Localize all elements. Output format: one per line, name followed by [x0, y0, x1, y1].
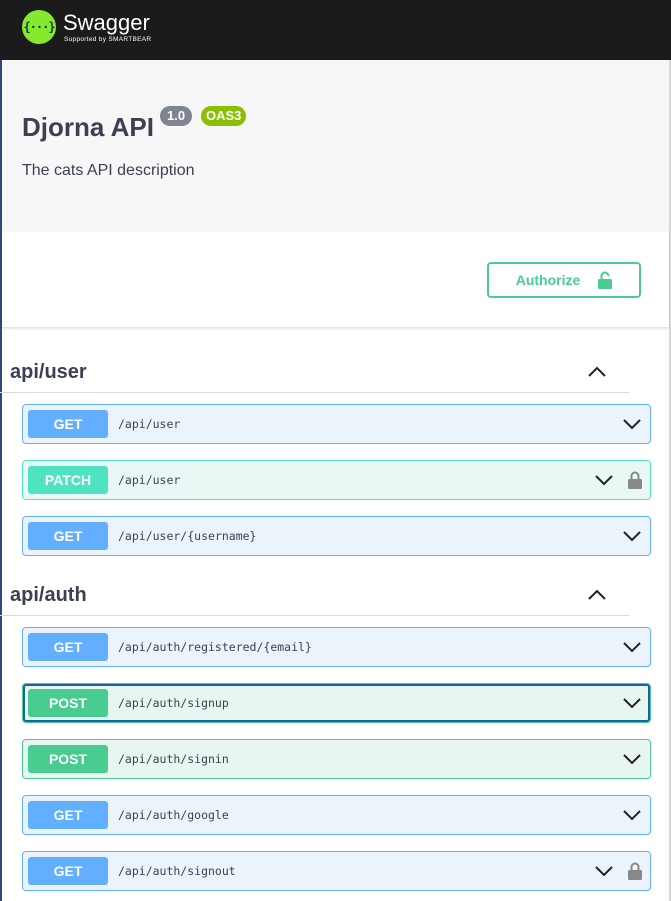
method-badge: GET [28, 410, 108, 438]
logo-glyph: {···} [23, 20, 55, 34]
operation-row[interactable]: GET /api/user [22, 404, 651, 444]
chevron-down-icon[interactable] [622, 417, 642, 431]
chevron-down-icon[interactable] [622, 808, 642, 822]
operation-row[interactable]: GET /api/user/{username} [22, 516, 651, 556]
method-badge: GET [28, 857, 108, 885]
method-badge: GET [28, 633, 108, 661]
lock-icon[interactable] [628, 471, 642, 489]
operation-row[interactable]: POST /api/auth/signin [22, 739, 651, 779]
operation-row[interactable]: POST /api/auth/signup [22, 683, 651, 723]
swagger-logo[interactable]: {···} Swagger Supported by SMARTBEAR [22, 10, 151, 44]
chevron-down-icon[interactable] [622, 752, 642, 766]
method-badge: GET [28, 801, 108, 829]
page-title: Djorna API [22, 112, 154, 142]
chevron-up-icon[interactable] [587, 365, 607, 379]
chevron-down-icon[interactable] [622, 529, 642, 543]
unlocked-icon [598, 271, 613, 289]
operation-path: /api/user [118, 417, 181, 431]
oas-badge: OAS3 [201, 106, 247, 126]
operation-path: /api/user [118, 473, 181, 487]
section-title: api/user [10, 361, 87, 383]
operation-row[interactable]: PATCH /api/user [22, 460, 651, 500]
section-title: api/auth [10, 584, 87, 606]
operation-path: /api/auth/signout [118, 864, 236, 878]
section-header[interactable]: api/auth [0, 576, 629, 616]
info-section: Djorna API 1.0 OAS3 The cats API descrip… [2, 60, 669, 232]
chevron-up-icon[interactable] [587, 588, 607, 602]
chevron-down-icon[interactable] [622, 640, 642, 654]
operation-path: /api/auth/signin [118, 752, 229, 766]
authorize-button[interactable]: Authorize [487, 262, 641, 298]
method-badge: POST [28, 745, 108, 773]
api-description: The cats API description [22, 162, 195, 179]
operation-path: /api/user/{username} [118, 529, 257, 543]
operation-row[interactable]: GET /api/auth/registered/{email} [22, 627, 651, 667]
operation-path: /api/auth/google [118, 808, 229, 822]
operation-row[interactable]: GET /api/auth/google [22, 795, 651, 835]
operation-path: /api/auth/registered/{email} [118, 640, 312, 654]
method-badge: GET [28, 522, 108, 550]
topbar: {···} Swagger Supported by SMARTBEAR [0, 0, 671, 60]
section-header[interactable]: api/user [0, 353, 629, 393]
version-badge: 1.0 [160, 106, 193, 126]
authorize-label: Authorize [515, 272, 581, 288]
chevron-down-icon[interactable] [622, 696, 642, 710]
chevron-down-icon[interactable] [594, 473, 614, 487]
swagger-logo-icon: {···} [22, 10, 56, 44]
method-badge: PATCH [28, 466, 108, 494]
method-badge: POST [28, 689, 108, 717]
operation-row[interactable]: GET /api/auth/signout [22, 851, 651, 891]
logo-name: Swagger [63, 9, 150, 35]
operation-path: /api/auth/signup [118, 696, 229, 710]
logo-subtitle: Supported by SMARTBEAR [64, 35, 152, 43]
scheme-container: Authorize [2, 232, 669, 328]
chevron-down-icon[interactable] [594, 864, 614, 878]
lock-icon[interactable] [628, 862, 642, 880]
